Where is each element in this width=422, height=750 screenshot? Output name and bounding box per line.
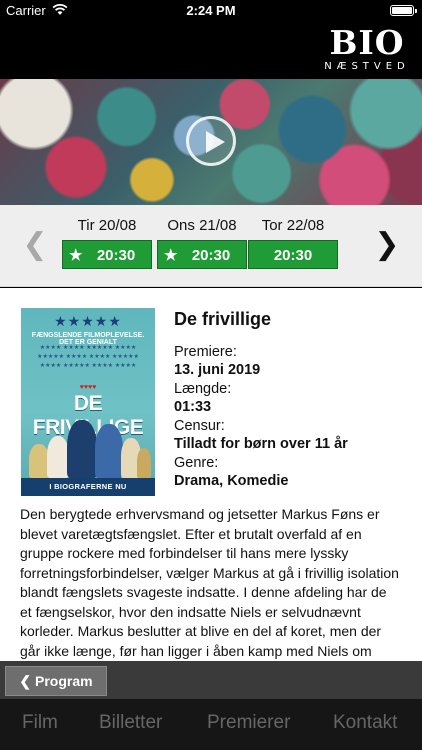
app-header: BIO NÆSTVED bbox=[0, 22, 422, 79]
premiere-label: Premiere: bbox=[174, 344, 237, 360]
poster-hearts: ♥♥♥♥ bbox=[79, 384, 97, 391]
previous-days-arrow[interactable]: ❮ bbox=[20, 225, 50, 265]
poster-review-stars: ★★★★ ★★★★ ★★★★★ ★★★★ ★★★★★ ★★★★ ★★★★ ★★★… bbox=[37, 345, 139, 369]
poster-cast-illustration bbox=[27, 416, 151, 478]
film-description: Den berygtede erhvervsmand og jetsetter … bbox=[20, 506, 399, 659]
showtime-label: 20:30 bbox=[273, 247, 313, 264]
status-bar: Carrier 2:24 PM bbox=[0, 0, 422, 22]
poster-banner: I BIOGRAFERNE NU bbox=[21, 478, 155, 496]
censor-value: Tilladt for børn over 11 år bbox=[174, 436, 348, 452]
showtime-day: Tir 20/08 ★ 20:30 bbox=[62, 217, 152, 269]
length-value: 01:33 bbox=[174, 399, 212, 415]
showtime-label: 20:30 bbox=[96, 247, 136, 264]
trailer-video[interactable] bbox=[0, 79, 422, 205]
program-back-button[interactable]: ❮ Program bbox=[5, 666, 107, 696]
tab-kontakt[interactable]: Kontakt bbox=[333, 712, 397, 734]
film-poster: ★★★★★ FÆNGSLENDE FILMOPLEVELSE. DET ER G… bbox=[21, 308, 155, 496]
program-bar: ❮ Program bbox=[0, 661, 422, 699]
next-days-arrow[interactable]: ❯ bbox=[372, 225, 402, 265]
clock: 2:24 PM bbox=[186, 3, 236, 18]
showtime-button[interactable]: ★ 20:30 bbox=[157, 240, 247, 269]
film-details: ★★★★★ FÆNGSLENDE FILMOPLEVELSE. DET ER G… bbox=[0, 288, 422, 661]
tab-film[interactable]: Film bbox=[22, 712, 58, 734]
showtime-label: 20:30 bbox=[191, 247, 231, 264]
film-title: De frivillige bbox=[174, 309, 272, 329]
showtime-button[interactable]: 20:30 bbox=[248, 240, 338, 269]
tab-premierer[interactable]: Premierer bbox=[207, 712, 290, 734]
logo-sub-text: NÆSTVED bbox=[324, 61, 410, 72]
day-label: Tir 20/08 bbox=[77, 217, 137, 234]
bio-naestved-logo[interactable]: BIO NÆSTVED bbox=[324, 26, 410, 73]
showtime-button[interactable]: ★ 20:30 bbox=[62, 240, 152, 269]
length-label: Længde: bbox=[174, 381, 232, 397]
showtime-day: Ons 21/08 ★ 20:30 bbox=[157, 217, 247, 269]
play-icon bbox=[206, 131, 225, 153]
day-label: Ons 21/08 bbox=[167, 217, 237, 234]
play-button[interactable] bbox=[186, 116, 236, 166]
battery-icon bbox=[390, 5, 417, 16]
day-label: Tor 22/08 bbox=[261, 217, 325, 234]
showtimes-carousel: ❮ Tir 20/08 ★ 20:30 Ons 21/08 ★ 20:30 To… bbox=[0, 205, 422, 287]
tab-bar: Film Billetter Premierer Kontakt bbox=[0, 699, 422, 750]
logo-main-text: BIO bbox=[329, 23, 405, 62]
censor-label: Censur: bbox=[174, 418, 225, 434]
premiere-value: 13. juni 2019 bbox=[174, 362, 261, 378]
tab-billetter[interactable]: Billetter bbox=[99, 712, 162, 734]
showtime-day: Tor 22/08 20:30 bbox=[248, 217, 338, 269]
poster-stars: ★★★★★ bbox=[54, 313, 122, 329]
genre-label: Genre: bbox=[174, 455, 219, 471]
genre-value: Drama, Komedie bbox=[174, 473, 289, 489]
